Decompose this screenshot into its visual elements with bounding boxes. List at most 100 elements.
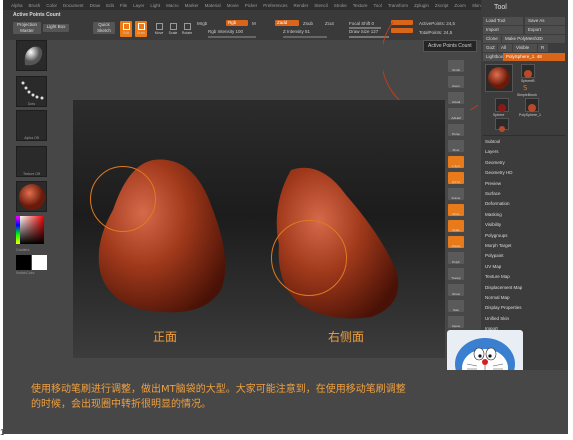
draw-mode-button[interactable]: Draw: [135, 21, 147, 37]
goz-button[interactable]: GoZ: [483, 44, 497, 52]
clone-button[interactable]: Clone: [483, 35, 501, 43]
subpalette-masking[interactable]: Masking: [485, 212, 502, 217]
subpalette-morph-target[interactable]: Morph Target: [485, 243, 511, 248]
shelf-button-ghost[interactable]: Ghost: [448, 284, 464, 296]
move-mode-button[interactable]: Move: [153, 21, 165, 37]
shelf-button-persp[interactable]: Persp: [448, 124, 464, 136]
shelf-button-transp[interactable]: Transp: [448, 268, 464, 280]
scale-mode-button[interactable]: Scale: [167, 21, 179, 37]
menu-item[interactable]: Zoom: [454, 3, 466, 8]
menu-item[interactable]: Stroke: [334, 3, 347, 8]
shelf-button-solo[interactable]: Solo: [448, 300, 464, 312]
save-as-button[interactable]: Save As: [525, 17, 565, 25]
document-canvas[interactable]: 正面 右侧面: [73, 100, 445, 358]
shelf-button-scale[interactable]: Scale: [448, 220, 464, 232]
menu-item[interactable]: Edit: [106, 3, 114, 8]
zcut-toggle[interactable]: Zcut: [325, 21, 334, 26]
current-tool-thumbnail[interactable]: [485, 64, 513, 92]
subpalette-display-properties[interactable]: Display Properties: [485, 305, 522, 310]
secondary-color-swatch[interactable]: [16, 255, 31, 270]
menu-item[interactable]: Picker: [245, 3, 258, 8]
polysphere-thumbnail[interactable]: [525, 98, 539, 112]
shelf-button-aahalf[interactable]: AAHalf: [448, 108, 464, 120]
menu-item[interactable]: Stencil: [314, 3, 328, 8]
shelf-button-move[interactable]: Move: [448, 204, 464, 216]
rgb-intensity-track[interactable]: [208, 36, 256, 38]
shelf-button-floor[interactable]: Floor: [448, 140, 464, 152]
shelf-button-xpose[interactable]: Xpose: [448, 316, 464, 328]
z-intensity-track[interactable]: [283, 36, 327, 38]
subpalette-polygroups[interactable]: Polygroups: [485, 233, 508, 238]
switch-color-button[interactable]: SwitchColor: [16, 271, 47, 275]
shelf-button-rotate[interactable]: Rotate: [448, 236, 464, 248]
subpalette-unified-skin[interactable]: Unified Skin: [485, 316, 509, 321]
sphere-tool-thumbnail[interactable]: [521, 64, 535, 78]
import-button[interactable]: Import: [483, 26, 523, 34]
menu-item[interactable]: Material: [205, 3, 221, 8]
export-button[interactable]: Export: [525, 26, 565, 34]
subpalette-visibility[interactable]: Visibility: [485, 222, 501, 227]
shelf-button-qxyz[interactable]: QXYZ: [448, 172, 464, 184]
mrgb-toggle[interactable]: Mrgb: [197, 21, 207, 26]
shelf-button-actual[interactable]: Actual: [448, 92, 464, 104]
material-thumbnail[interactable]: [16, 181, 47, 212]
make-polymesh-button[interactable]: Make PolyMesh3D: [502, 35, 565, 43]
quick-sketch-button[interactable]: Quick Sketch: [93, 22, 115, 34]
menu-item[interactable]: Brush: [29, 3, 41, 8]
lightbox-button[interactable]: Light Box: [43, 24, 69, 32]
goz-r-button[interactable]: R: [538, 44, 548, 52]
simplebrush-icon[interactable]: S: [523, 84, 527, 92]
subpalette-geometry-hd[interactable]: Geometry HD: [485, 170, 513, 175]
sphere-thumbnail[interactable]: [495, 98, 509, 112]
menu-item[interactable]: Layer: [133, 3, 144, 8]
subpalette-texture-map[interactable]: Texture Map: [485, 274, 510, 279]
focal-shift-slider[interactable]: Focal Shift 0: [349, 21, 374, 26]
rgb-toggle[interactable]: Rgb: [226, 20, 248, 26]
menu-item[interactable]: Macro: [166, 3, 179, 8]
menu-item[interactable]: Preferences: [263, 3, 287, 8]
subpalette-surface[interactable]: Surface: [485, 191, 501, 196]
zsub-toggle[interactable]: Zsub: [303, 21, 313, 26]
z-intensity-slider[interactable]: Z Intensity 51: [283, 29, 310, 34]
menu-item[interactable]: Alpha: [11, 3, 23, 8]
shelf-button-frame[interactable]: Frame: [448, 188, 464, 200]
subpalette-subtool[interactable]: Subtool: [485, 139, 500, 144]
brush-thumbnail[interactable]: [16, 40, 47, 71]
m-toggle[interactable]: M: [252, 21, 256, 26]
menu-item[interactable]: Zplugin: [414, 3, 429, 8]
subpalette-displacement-map[interactable]: Displacement Map: [485, 285, 522, 290]
primary-color-swatch[interactable]: [32, 255, 47, 270]
zadd-toggle[interactable]: Zadd: [275, 20, 299, 26]
rgb-intensity-slider[interactable]: Rgb Intensity 100: [208, 29, 243, 34]
draw-size-slider[interactable]: Draw Size 127: [349, 29, 378, 34]
menu-item[interactable]: Texture: [353, 3, 368, 8]
subpalette-normal-map[interactable]: Normal Map: [485, 295, 510, 300]
shelf-button-l-sym[interactable]: L.Sym: [448, 156, 464, 168]
menu-item[interactable]: Marker: [185, 3, 199, 8]
menu-item[interactable]: Light: [150, 3, 160, 8]
menu-item[interactable]: Color: [46, 3, 57, 8]
subpalette-preview[interactable]: Preview: [485, 181, 501, 186]
shelf-button-scroll[interactable]: Scroll: [448, 60, 464, 72]
menu-item[interactable]: Transform: [388, 3, 408, 8]
goz-all-button[interactable]: All: [498, 44, 512, 52]
subpalette-uv-map[interactable]: UV Map: [485, 264, 501, 269]
subpalette-deformation[interactable]: Deformation: [485, 201, 510, 206]
shelf-button-zoom[interactable]: Zoom: [448, 76, 464, 88]
tool-panel-header[interactable]: Tool: [481, 3, 568, 15]
menu-item[interactable]: Zscript: [435, 3, 449, 8]
menu-item[interactable]: Draw: [90, 3, 101, 8]
polymesh-thumbnail[interactable]: [495, 118, 509, 132]
subpalette-polypaint[interactable]: Polypaint: [485, 253, 504, 258]
subpalette-layers[interactable]: Layers: [485, 149, 499, 154]
subpalette-geometry[interactable]: Geometry: [485, 160, 505, 165]
shelf-button-polyf[interactable]: PolyF: [448, 252, 464, 264]
edit-mode-button[interactable]: Edit: [120, 21, 132, 37]
color-picker[interactable]: [16, 216, 47, 247]
menu-item[interactable]: Movie: [227, 3, 239, 8]
menu-item[interactable]: Tool: [374, 3, 382, 8]
current-tool-selector[interactable]: PolySphere_1. 48: [503, 53, 565, 61]
menu-item[interactable]: File: [120, 3, 127, 8]
menu-item[interactable]: Document: [63, 3, 84, 8]
menu-item[interactable]: Render: [293, 3, 308, 8]
